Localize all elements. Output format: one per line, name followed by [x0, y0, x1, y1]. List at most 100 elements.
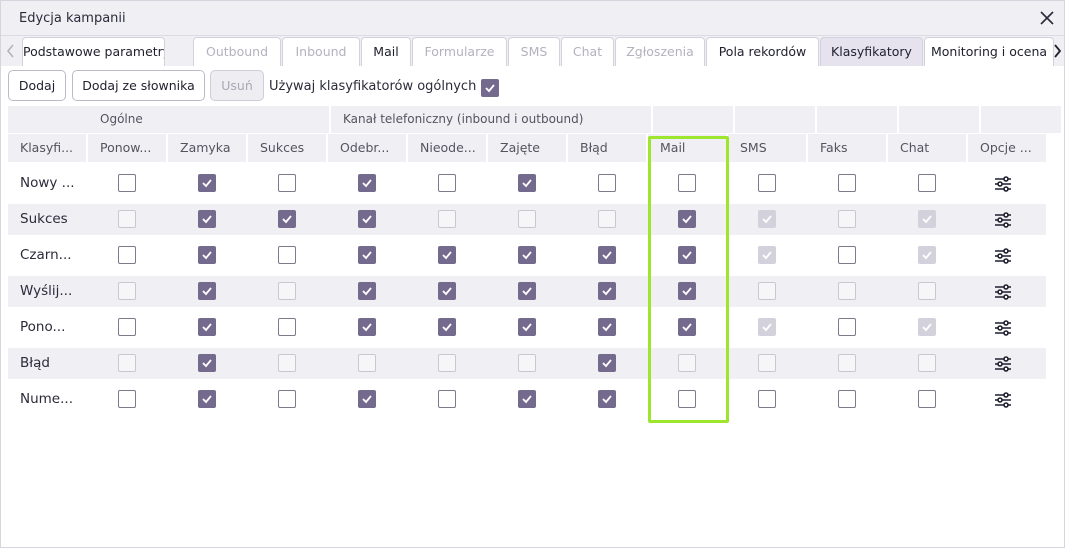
tab-formularze[interactable]: Formularze: [412, 37, 507, 66]
row-checkbox-faks[interactable]: [838, 246, 856, 264]
row-checkbox-zamyka[interactable]: [198, 174, 216, 192]
row-checkbox-zajęte[interactable]: [518, 246, 536, 264]
tab-outbound[interactable]: Outbound: [193, 37, 281, 66]
row-checkbox-odebr[interactable]: [358, 174, 376, 192]
row-checkbox-nieode[interactable]: [438, 318, 456, 336]
row-checkbox-ponow[interactable]: [118, 174, 136, 192]
row-checkbox-ponow[interactable]: [118, 390, 136, 408]
row-checkbox-odebr[interactable]: [358, 318, 376, 336]
add-button[interactable]: Dodaj: [8, 70, 66, 101]
row-checkbox-zamyka[interactable]: [198, 246, 216, 264]
column-header[interactable]: Sukces: [248, 134, 326, 162]
tab-monitoring-i-ocena[interactable]: Monitoring i ocena: [924, 37, 1054, 66]
row-checkbox-zajęte: [518, 210, 536, 228]
row-checkbox-zamyka[interactable]: [198, 210, 216, 228]
row-checkbox-zamyka[interactable]: [198, 390, 216, 408]
group-header: [817, 106, 897, 133]
tab-scroll-right-icon[interactable]: [1051, 42, 1063, 60]
column-header[interactable]: Nieode...: [408, 134, 486, 162]
sliders-icon[interactable]: [994, 211, 1012, 229]
remove-button[interactable]: Usuń: [210, 70, 264, 101]
row-checkbox-zamyka[interactable]: [198, 354, 216, 372]
group-header: [735, 106, 815, 133]
row-checkbox-chat[interactable]: [918, 174, 936, 192]
row-checkbox-błąd[interactable]: [598, 354, 616, 372]
group-header: Ogólne: [88, 106, 329, 133]
add-from-dictionary-button[interactable]: Dodaj ze słownika: [72, 70, 205, 101]
row-checkbox-nieode[interactable]: [438, 246, 456, 264]
row-label: Sukces: [20, 211, 68, 227]
row-checkbox-sms: [758, 318, 776, 336]
sliders-icon[interactable]: [994, 355, 1012, 373]
row-checkbox-zajęte[interactable]: [518, 318, 536, 336]
row-checkbox-zamyka[interactable]: [198, 318, 216, 336]
row-checkbox-zajęte[interactable]: [518, 390, 536, 408]
sliders-icon[interactable]: [994, 283, 1012, 301]
column-header[interactable]: Klasyfi...: [8, 134, 86, 162]
row-checkbox-odebr[interactable]: [358, 210, 376, 228]
row-label: Pono...: [20, 319, 66, 335]
tab-sms[interactable]: SMS: [508, 37, 560, 66]
column-header[interactable]: Opcje ...: [968, 134, 1046, 162]
tab-strip: Podstawowe parametry Outbound Inbound Mail F…: [1, 36, 1064, 66]
row-checkbox-nieode[interactable]: [438, 174, 456, 192]
row-checkbox-błąd[interactable]: [598, 174, 616, 192]
row-label: Błąd: [20, 355, 50, 371]
row-checkbox-sukces[interactable]: [278, 390, 296, 408]
row-checkbox-odebr[interactable]: [358, 390, 376, 408]
close-icon[interactable]: [1038, 9, 1056, 27]
sliders-icon[interactable]: [994, 319, 1012, 337]
row-checkbox-sms: [758, 282, 776, 300]
column-header[interactable]: Ponow...: [88, 134, 166, 162]
column-header[interactable]: Odebr...: [328, 134, 406, 162]
row-checkbox-chat[interactable]: [918, 390, 936, 408]
sliders-icon[interactable]: [994, 247, 1012, 265]
column-header[interactable]: SMS: [728, 134, 806, 162]
row-checkbox-sukces[interactable]: [278, 318, 296, 336]
tab-mail[interactable]: Mail: [361, 37, 411, 66]
sliders-icon[interactable]: [994, 175, 1012, 193]
row-checkbox-nieode[interactable]: [438, 282, 456, 300]
tab-inbound[interactable]: Inbound: [282, 37, 360, 66]
row-checkbox-zajęte[interactable]: [518, 282, 536, 300]
row-label: Nume...: [20, 391, 73, 407]
column-header[interactable]: Chat: [888, 134, 966, 162]
row-checkbox-sukces[interactable]: [278, 246, 296, 264]
row-checkbox-błąd[interactable]: [598, 390, 616, 408]
row-checkbox-ponow: [118, 354, 136, 372]
tab-chat[interactable]: Chat: [561, 37, 614, 66]
column-header[interactable]: Zamyka: [168, 134, 246, 162]
row-checkbox-odebr[interactable]: [358, 282, 376, 300]
row-checkbox-sms[interactable]: [758, 390, 776, 408]
row-checkbox-sukces[interactable]: [278, 210, 296, 228]
tab-zgłoszenia[interactable]: Zgłoszenia: [615, 37, 705, 66]
row-checkbox-chat: [918, 210, 936, 228]
tab-klasyfikatory[interactable]: Klasyfikatory: [820, 37, 923, 66]
row-checkbox-sms[interactable]: [758, 174, 776, 192]
tab-pola-rekordów[interactable]: Pola rekordów: [706, 37, 819, 66]
row-checkbox-odebr[interactable]: [358, 246, 376, 264]
use-general-classifiers-checkbox[interactable]: [481, 79, 499, 97]
row-checkbox-sukces: [278, 282, 296, 300]
row-checkbox-zamyka[interactable]: [198, 282, 216, 300]
row-checkbox-błąd[interactable]: [598, 318, 616, 336]
mail-column-highlight: [648, 136, 729, 423]
row-checkbox-sukces[interactable]: [278, 174, 296, 192]
row-checkbox-sms: [758, 354, 776, 372]
tab-podstawowe-parametry[interactable]: Podstawowe parametry: [22, 37, 165, 66]
row-checkbox-błąd[interactable]: [598, 282, 616, 300]
row-checkbox-zajęte[interactable]: [518, 174, 536, 192]
column-header[interactable]: Faks: [808, 134, 886, 162]
group-header: Kanał telefoniczny (inbound i outbound): [331, 106, 651, 133]
row-checkbox-faks[interactable]: [838, 390, 856, 408]
row-checkbox-faks[interactable]: [838, 174, 856, 192]
column-header[interactable]: Błąd: [568, 134, 646, 162]
row-checkbox-ponow[interactable]: [118, 246, 136, 264]
row-checkbox-ponow[interactable]: [118, 318, 136, 336]
sliders-icon[interactable]: [994, 391, 1012, 409]
row-checkbox-faks[interactable]: [838, 318, 856, 336]
column-header[interactable]: Zajęte: [488, 134, 566, 162]
row-checkbox-błąd[interactable]: [598, 246, 616, 264]
row-checkbox-nieode[interactable]: [438, 390, 456, 408]
tab-scroll-left-icon[interactable]: [5, 42, 17, 60]
